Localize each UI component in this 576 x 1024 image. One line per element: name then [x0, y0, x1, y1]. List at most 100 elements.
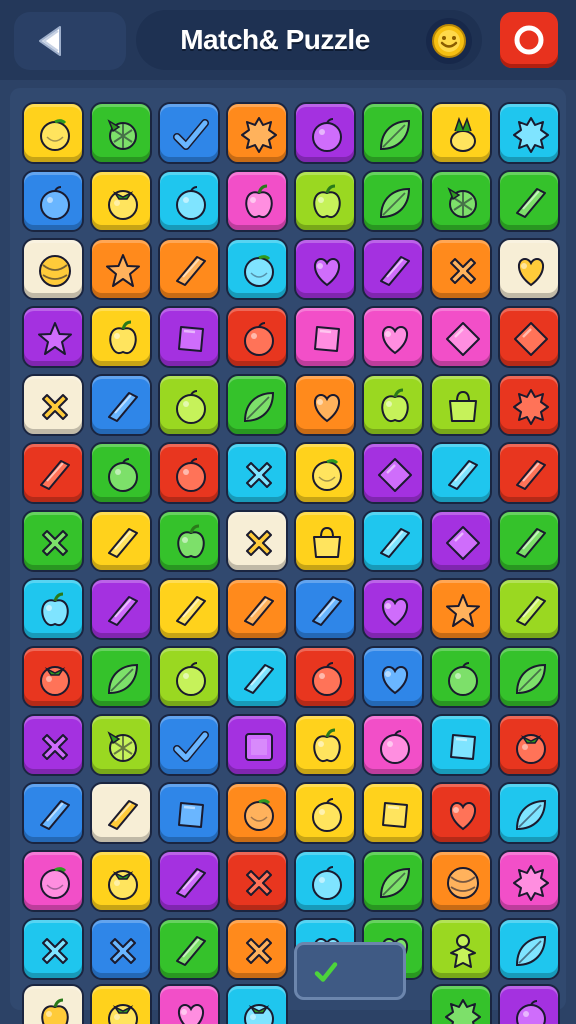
tile-cross[interactable] — [430, 238, 492, 300]
tile-ribbon[interactable] — [498, 578, 560, 640]
tile-person[interactable] — [430, 918, 492, 980]
tile-cross[interactable] — [22, 510, 84, 572]
tile-leaf[interactable] — [498, 782, 560, 844]
tile-star[interactable] — [90, 238, 152, 300]
tile-ribbon[interactable] — [362, 510, 424, 572]
tile-plum[interactable] — [430, 646, 492, 708]
tile-gem[interactable] — [362, 782, 424, 844]
tile-ribbon[interactable] — [158, 578, 220, 640]
tile-ribbon[interactable] — [90, 374, 152, 436]
tile-burst[interactable] — [498, 374, 560, 436]
tile-plum[interactable] — [294, 646, 356, 708]
tile-leaf[interactable] — [362, 170, 424, 232]
tile-cross[interactable] — [226, 510, 288, 572]
tile-cross[interactable] — [22, 374, 84, 436]
tile-orange-fruit[interactable] — [22, 850, 84, 912]
tile-burst[interactable] — [498, 102, 560, 164]
tile-ribbon[interactable] — [294, 578, 356, 640]
tile-gem[interactable] — [294, 306, 356, 368]
tile-apple[interactable] — [158, 510, 220, 572]
tile-ribbon[interactable] — [90, 578, 152, 640]
tile-burst[interactable] — [430, 984, 492, 1024]
tile-tomato[interactable] — [498, 714, 560, 776]
tile-heart[interactable] — [294, 374, 356, 436]
tile-tomato[interactable] — [22, 646, 84, 708]
tile-berry[interactable] — [430, 170, 492, 232]
tile-heart[interactable] — [430, 782, 492, 844]
tile-apple[interactable] — [22, 984, 84, 1024]
tile-diamond[interactable] — [430, 510, 492, 572]
tile-ribbon[interactable] — [158, 850, 220, 912]
tile-burst[interactable] — [498, 850, 560, 912]
tile-ribbon[interactable] — [498, 170, 560, 232]
tile-cross[interactable] — [226, 442, 288, 504]
tile-gem[interactable] — [158, 306, 220, 368]
tile-apple[interactable] — [294, 714, 356, 776]
tile-apple[interactable] — [226, 170, 288, 232]
tile-berry[interactable] — [90, 714, 152, 776]
tile-pineapple[interactable] — [430, 102, 492, 164]
tile-gem[interactable] — [430, 714, 492, 776]
tile-orange-fruit[interactable] — [226, 782, 288, 844]
tile-ribbon[interactable] — [22, 782, 84, 844]
tile-plum[interactable] — [90, 442, 152, 504]
tile-melon[interactable] — [430, 850, 492, 912]
tile-ribbon[interactable] — [90, 782, 152, 844]
tile-berry[interactable] — [90, 102, 152, 164]
tile-bag[interactable] — [294, 510, 356, 572]
tile-leaf[interactable] — [498, 646, 560, 708]
tile-tomato[interactable] — [90, 170, 152, 232]
tile-gem[interactable] — [158, 782, 220, 844]
tile-ribbon[interactable] — [362, 238, 424, 300]
tile-leaf[interactable] — [498, 918, 560, 980]
close-button[interactable] — [500, 12, 558, 68]
tile-bag[interactable] — [430, 374, 492, 436]
tile-star[interactable] — [22, 306, 84, 368]
tile-diamond[interactable] — [362, 442, 424, 504]
tile-cross[interactable] — [90, 918, 152, 980]
tile-plum[interactable] — [158, 442, 220, 504]
tile-ribbon[interactable] — [226, 646, 288, 708]
tile-apple[interactable] — [22, 578, 84, 640]
tile-plum[interactable] — [294, 850, 356, 912]
tile-plum[interactable] — [226, 306, 288, 368]
tile-star[interactable] — [430, 578, 492, 640]
tile-burst[interactable] — [226, 102, 288, 164]
tile-ribbon[interactable] — [498, 442, 560, 504]
tile-ribbon[interactable] — [158, 918, 220, 980]
tile-plum[interactable] — [498, 984, 560, 1024]
tile-leaf[interactable] — [226, 374, 288, 436]
tile-diamond[interactable] — [430, 306, 492, 368]
tile-orange-fruit[interactable] — [22, 102, 84, 164]
tile-heart[interactable] — [158, 984, 220, 1024]
tile-ribbon[interactable] — [22, 442, 84, 504]
tile-heart[interactable] — [498, 238, 560, 300]
tile-tomato[interactable] — [90, 850, 152, 912]
tile-plum[interactable] — [294, 102, 356, 164]
tile-plum[interactable] — [294, 782, 356, 844]
tile-ribbon[interactable] — [226, 578, 288, 640]
tile-diamond[interactable] — [498, 306, 560, 368]
tile-tomato[interactable] — [226, 984, 288, 1024]
tile-heart[interactable] — [362, 646, 424, 708]
tile-tomato[interactable] — [90, 984, 152, 1024]
tile-cross[interactable] — [22, 714, 84, 776]
tile-plum[interactable] — [158, 170, 220, 232]
back-button[interactable] — [14, 12, 126, 70]
tile-ribbon[interactable] — [90, 510, 152, 572]
tile-apple[interactable] — [294, 170, 356, 232]
tile-plum[interactable] — [158, 374, 220, 436]
tile-melon[interactable] — [22, 238, 84, 300]
tile-cross[interactable] — [226, 850, 288, 912]
selection-slot[interactable] — [294, 942, 406, 1000]
tile-heart[interactable] — [294, 238, 356, 300]
tile-apple[interactable] — [362, 374, 424, 436]
tile-cross[interactable] — [22, 918, 84, 980]
tile-plum[interactable] — [362, 714, 424, 776]
tile-ribbon[interactable] — [430, 442, 492, 504]
tile-heart[interactable] — [362, 578, 424, 640]
tile-check[interactable] — [158, 714, 220, 776]
tile-orange-fruit[interactable] — [294, 442, 356, 504]
tile-ribbon[interactable] — [158, 238, 220, 300]
tile-plum[interactable] — [158, 646, 220, 708]
